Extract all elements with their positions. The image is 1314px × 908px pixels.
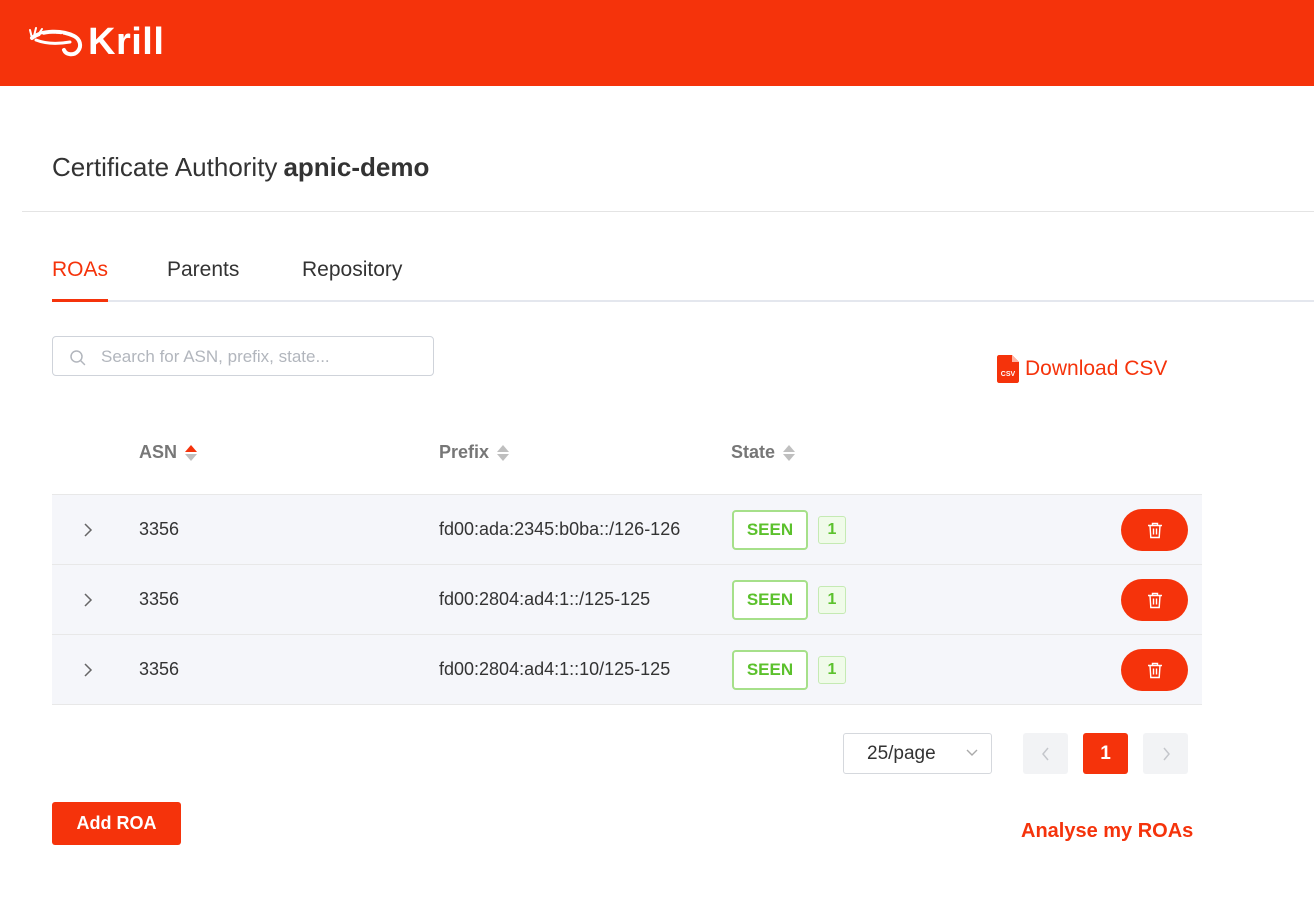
tab-parents[interactable]: Parents (167, 258, 239, 282)
tab-bar: ROAs Parents Repository (52, 258, 1314, 302)
top-bar: Krill (0, 0, 1314, 86)
delete-button[interactable] (1121, 509, 1188, 551)
count-badge: 1 (818, 656, 846, 684)
chevron-down-icon (966, 749, 978, 756)
search-icon (70, 350, 86, 366)
column-header-state[interactable]: State (731, 442, 796, 463)
csv-file-icon: CSV (997, 355, 1019, 383)
state-badge: SEEN (732, 510, 808, 550)
cell-prefix: fd00:ada:2345:b0ba::/126-126 (439, 519, 681, 539)
chevron-right-icon[interactable] (82, 591, 94, 609)
page-size-value: 25/page (867, 743, 936, 764)
column-label-state: State (731, 442, 776, 462)
delete-button[interactable] (1121, 579, 1188, 621)
table-row: 3356 fd00:2804:ad4:1::10/125-125 SEEN 1 (52, 635, 1202, 705)
chevron-right-icon[interactable] (82, 661, 94, 679)
prev-page-button[interactable] (1023, 733, 1068, 774)
sort-icon (783, 444, 796, 461)
search-box (52, 336, 434, 376)
search-input[interactable] (99, 343, 423, 371)
csv-icon-text: CSV (1001, 371, 1016, 378)
delete-button[interactable] (1121, 649, 1188, 691)
shrimp-icon (29, 27, 83, 57)
column-label-asn: ASN (139, 442, 178, 462)
table-row: 3356 fd00:ada:2345:b0ba::/126-126 SEEN 1 (52, 495, 1202, 565)
analyse-roas-link[interactable]: Analyse my ROAs (1021, 820, 1193, 843)
chevron-left-icon (1041, 747, 1049, 760)
ca-label: Certificate Authority (52, 152, 278, 182)
column-header-asn[interactable]: ASN (139, 442, 198, 463)
download-csv-label: Download CSV (1025, 357, 1168, 380)
column-header-prefix[interactable]: Prefix (439, 442, 510, 463)
trash-icon (1147, 592, 1162, 608)
table-row: 3356 fd00:2804:ad4:1::/125-125 SEEN 1 (52, 565, 1202, 635)
tab-roas[interactable]: ROAs (52, 258, 108, 282)
download-csv-link[interactable]: CSV Download CSV (997, 355, 1167, 383)
krill-logo[interactable]: Krill (28, 22, 164, 62)
logo-text: Krill (88, 21, 165, 63)
tab-repository[interactable]: Repository (302, 258, 402, 282)
ca-name: apnic-demo (283, 152, 430, 182)
cell-asn: 3356 (139, 519, 180, 539)
add-roa-button[interactable]: Add ROA (52, 802, 181, 845)
page-size-select[interactable]: 25/page (843, 733, 992, 774)
trash-icon (1147, 522, 1162, 538)
cell-asn: 3356 (139, 659, 180, 679)
chevron-right-icon[interactable] (82, 521, 94, 539)
cell-asn: 3356 (139, 589, 180, 609)
table-header: ASN Prefix State (52, 432, 1202, 474)
chevron-right-icon (1162, 747, 1170, 760)
state-badge: SEEN (732, 580, 808, 620)
next-page-button[interactable] (1143, 733, 1188, 774)
cell-prefix: fd00:2804:ad4:1::/125-125 (439, 589, 651, 609)
title-divider (22, 211, 1314, 212)
count-badge: 1 (818, 586, 846, 614)
count-badge: 1 (818, 516, 846, 544)
cell-prefix: fd00:2804:ad4:1::10/125-125 (439, 659, 671, 679)
tab-underline (52, 300, 1314, 302)
sort-icon (185, 444, 198, 461)
trash-icon (1147, 662, 1162, 678)
column-label-prefix: Prefix (439, 442, 490, 462)
page-number-button[interactable]: 1 (1083, 733, 1128, 774)
page-title: Certificate Authority apnic-demo (52, 152, 429, 183)
active-tab-indicator (52, 299, 108, 302)
state-badge: SEEN (732, 650, 808, 690)
sort-icon (497, 444, 510, 461)
